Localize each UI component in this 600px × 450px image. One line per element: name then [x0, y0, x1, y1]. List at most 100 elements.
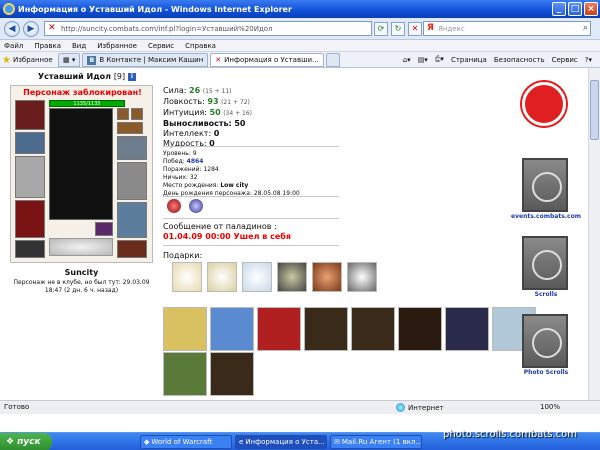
- menu-help[interactable]: Справка: [185, 42, 216, 50]
- scrolls-sign-icon[interactable]: [522, 236, 568, 290]
- taskbar-item-label: World of Warcraft: [151, 438, 213, 446]
- gift-item[interactable]: [163, 352, 207, 396]
- command-security[interactable]: Безопасность: [494, 56, 545, 64]
- weapon-slot[interactable]: [15, 156, 45, 198]
- menu-view[interactable]: Вид: [72, 42, 86, 50]
- bracer-slot[interactable]: [15, 132, 45, 154]
- command-page[interactable]: Страница: [451, 56, 487, 64]
- gift-item[interactable]: [277, 262, 307, 292]
- gift-item[interactable]: [347, 262, 377, 292]
- gift-item[interactable]: [172, 262, 202, 292]
- favorites-button[interactable]: ★ Избранное: [2, 54, 53, 66]
- tab-character-info[interactable]: ✕ Информация о Уставши...: [210, 53, 324, 67]
- forward-button[interactable]: ▶: [23, 21, 39, 37]
- security-zone[interactable]: Интернет: [396, 403, 444, 412]
- pet-slot[interactable]: [95, 222, 113, 236]
- search-input[interactable]: Я Яндекс ⌕: [423, 21, 591, 36]
- stat-value: 50: [209, 108, 221, 117]
- armor-slot[interactable]: [15, 200, 45, 238]
- leggings-slot[interactable]: [117, 202, 147, 238]
- stat-intellect: Интеллект: 0: [163, 129, 252, 139]
- character-doll: Персонаж заблокирован! 1135/1135: [10, 85, 153, 263]
- taskbar-item-ie[interactable]: e Информация о Уста...: [235, 435, 327, 449]
- gift-item[interactable]: [163, 307, 207, 351]
- events-sign-icon[interactable]: [522, 158, 568, 212]
- taskbar-item-mailru[interactable]: ✉ Mail.Ru Агент (1 вкл...: [330, 435, 422, 449]
- gift-item[interactable]: [312, 262, 342, 292]
- help-icon[interactable]: ?▾: [585, 56, 592, 64]
- stop-button[interactable]: ✕: [408, 22, 422, 36]
- scrolls-link[interactable]: Scrolls: [510, 291, 582, 298]
- info-birthplace: Место рождения: Low city: [163, 182, 300, 190]
- address-bar[interactable]: ✕ http://suncity.combats.com/inf.pl?logi…: [44, 21, 372, 36]
- back-button[interactable]: ◀: [4, 21, 20, 37]
- info-value[interactable]: 4864: [187, 158, 204, 165]
- gift-item[interactable]: [210, 307, 254, 351]
- print-icon[interactable]: ⎙▾: [435, 55, 444, 64]
- zoom-level[interactable]: 100%: [540, 403, 560, 411]
- info-value: Low city: [220, 182, 249, 189]
- start-button[interactable]: ❖ пуск: [0, 433, 52, 450]
- close-button[interactable]: ×: [584, 2, 598, 16]
- gift-item[interactable]: [351, 307, 395, 351]
- gift-item[interactable]: [445, 307, 489, 351]
- search-placeholder: Яндекс: [438, 24, 465, 33]
- ring-slot-3[interactable]: [117, 122, 143, 134]
- maximize-button[interactable]: □: [568, 2, 582, 16]
- shield-slot[interactable]: [117, 162, 147, 200]
- photo-scrolls-sign-icon[interactable]: [522, 314, 568, 368]
- gloves-slot[interactable]: [117, 136, 147, 160]
- gift-item[interactable]: [210, 352, 254, 396]
- menu-tools[interactable]: Сервис: [148, 42, 174, 50]
- combats-logo[interactable]: [522, 82, 566, 126]
- refresh-button[interactable]: ⟳: [374, 22, 388, 36]
- tab-vkontakte[interactable]: B В Контакте | Максим Кашин: [82, 53, 209, 67]
- stat-wisdom: Мудрость: 0: [163, 139, 252, 149]
- helmet-slot[interactable]: [15, 100, 45, 130]
- photo-scrolls-link[interactable]: Photo Scrolls: [510, 369, 582, 376]
- gift-item[interactable]: [257, 307, 301, 351]
- boots-slot[interactable]: [117, 240, 147, 258]
- divider: [163, 218, 339, 219]
- ring-slot-1[interactable]: [117, 108, 129, 120]
- gift-item[interactable]: [398, 307, 442, 351]
- stat-extra: (34 + 16): [223, 110, 252, 117]
- gift-item[interactable]: [304, 307, 348, 351]
- ring-slot-2[interactable]: [131, 108, 143, 120]
- home-icon[interactable]: ⌂▾: [403, 56, 411, 64]
- stat-extra: (15 + 11): [202, 88, 232, 95]
- menu-file[interactable]: Файл: [4, 42, 23, 50]
- command-tools[interactable]: Сервис: [552, 56, 578, 64]
- rank-icon[interactable]: [189, 199, 203, 213]
- info-label: Ничьих:: [163, 174, 188, 181]
- divider: [163, 245, 339, 246]
- hp-bar: 1135/1135: [49, 100, 125, 107]
- minimize-button[interactable]: _: [552, 2, 566, 16]
- vertical-scrollbar[interactable]: [588, 68, 600, 400]
- stat-value: 26: [189, 86, 201, 95]
- menu-favorites[interactable]: Избранное: [97, 42, 137, 50]
- scrollbar-thumb[interactable]: [590, 80, 599, 140]
- character-silhouette: [49, 108, 113, 220]
- gift-item[interactable]: [207, 262, 237, 292]
- taskbar-item-wow[interactable]: ◆ World of Warcraft: [140, 435, 232, 449]
- menu-edit[interactable]: Правка: [34, 42, 61, 50]
- new-tab-button[interactable]: [325, 53, 341, 67]
- belt-slot[interactable]: [15, 240, 45, 258]
- search-icon[interactable]: ⌕: [583, 23, 588, 33]
- gift-item[interactable]: [242, 262, 272, 292]
- window-title: Информация о Уставший Идол - Windows Int…: [18, 4, 292, 14]
- clan-emblem-icon[interactable]: [167, 199, 181, 213]
- stat-value: 0: [213, 129, 220, 138]
- watermark-text: photo.scrolls.combats.com: [443, 429, 578, 440]
- info-value: 9: [192, 150, 197, 157]
- events-link[interactable]: events.combats.com: [510, 213, 582, 220]
- feeds-icon[interactable]: ▤▾: [418, 56, 428, 64]
- info-label: Место рождения:: [163, 182, 219, 189]
- info-wins: Побед: 4864: [163, 158, 300, 166]
- info-icon[interactable]: i: [127, 72, 136, 81]
- tab-quick-tabs[interactable]: ▦ ▾: [58, 53, 81, 67]
- paladin-message-title: Сообщение от паладинов :: [163, 222, 277, 231]
- compatibility-icon[interactable]: ↻: [391, 22, 405, 36]
- yandex-icon: Я: [427, 23, 434, 33]
